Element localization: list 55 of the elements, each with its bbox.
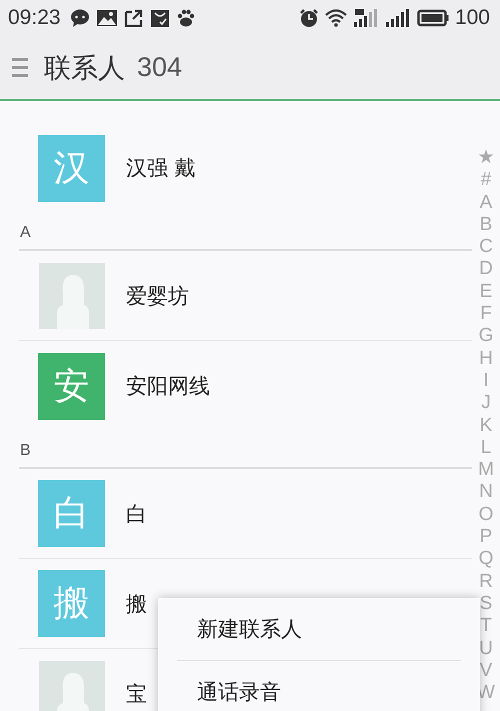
- contact-avatar: 汉: [38, 134, 105, 202]
- index-letter[interactable]: H: [479, 348, 493, 370]
- index-letter[interactable]: I: [483, 370, 489, 392]
- battery-percent: 100: [454, 6, 490, 30]
- contact-name[interactable]: 宝: [126, 680, 147, 708]
- contact-avatar: 搬: [38, 570, 105, 637]
- index-letter[interactable]: #: [480, 169, 492, 192]
- person-silhouette-icon: [38, 262, 105, 329]
- paw-icon: [176, 9, 196, 27]
- battery-icon: [416, 9, 449, 27]
- person-silhouette-icon: [38, 660, 105, 711]
- contact-count: 304: [137, 52, 182, 83]
- index-letter[interactable]: O: [478, 504, 494, 526]
- index-letter[interactable]: D: [479, 258, 493, 281]
- menu-item[interactable]: 通话录音: [177, 661, 461, 711]
- section-letter: B: [19, 442, 31, 460]
- index-letter[interactable]: G: [478, 325, 494, 348]
- share-icon: [124, 9, 144, 27]
- contact-name[interactable]: 搬: [126, 590, 147, 618]
- section-letter: A: [19, 224, 31, 242]
- index-letter[interactable]: J: [481, 392, 491, 415]
- alarm-clock-icon: [298, 8, 319, 28]
- contact-name[interactable]: 爱婴坊: [126, 282, 189, 310]
- menu-icon: [12, 56, 28, 78]
- index-letter[interactable]: E: [480, 280, 492, 304]
- page-title: 联系人: [44, 52, 125, 86]
- index-letter[interactable]: U: [479, 638, 493, 660]
- signal-4g-icon: [352, 8, 379, 28]
- index-letter[interactable]: L: [480, 436, 492, 460]
- index-letter[interactable]: C: [479, 236, 493, 258]
- checked-bag-icon: [150, 9, 170, 27]
- index-letter[interactable]: V: [480, 660, 492, 682]
- image-icon: [96, 9, 118, 27]
- index-letter[interactable]: ★: [478, 147, 494, 170]
- menu-item[interactable]: 新建联系人: [177, 598, 461, 660]
- index-letter[interactable]: Q: [478, 548, 494, 571]
- index-letter[interactable]: A: [480, 192, 492, 214]
- index-letter[interactable]: S: [480, 592, 492, 616]
- index-letter[interactable]: B: [480, 214, 492, 236]
- index-letter[interactable]: N: [479, 481, 493, 504]
- contact-avatar: 白: [38, 480, 105, 547]
- contact-name[interactable]: 汉强 戴: [126, 154, 196, 182]
- index-letter[interactable]: K: [480, 414, 492, 437]
- index-letter[interactable]: R: [479, 570, 493, 593]
- clock-time: 09:23: [8, 6, 61, 30]
- index-letter[interactable]: T: [480, 615, 492, 638]
- contact-name[interactable]: 白: [126, 500, 147, 528]
- chat-bubble-icon: [70, 9, 90, 27]
- index-letter[interactable]: F: [480, 303, 492, 326]
- signal-icon: [384, 8, 411, 28]
- index-letter[interactable]: M: [478, 459, 494, 482]
- contact-name[interactable]: 安阳网线: [126, 372, 210, 400]
- contact-avatar: 安: [38, 352, 105, 420]
- index-letter[interactable]: P: [480, 526, 492, 548]
- wifi-icon: [324, 9, 347, 27]
